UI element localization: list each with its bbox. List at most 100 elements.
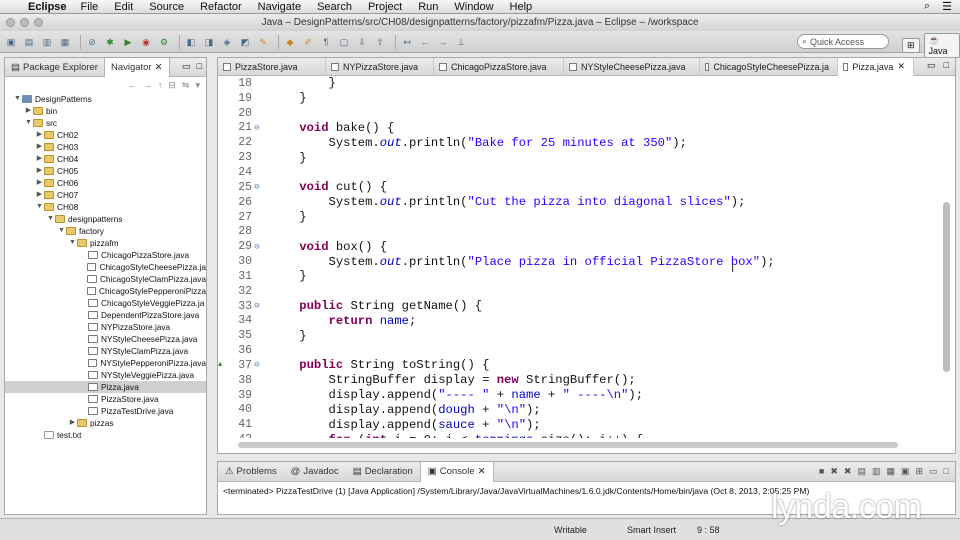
remove-launch-icon[interactable]: ✖: [830, 466, 838, 477]
link-with-editor-icon[interactable]: ⇋: [182, 80, 190, 91]
code-area[interactable]: 18 } 19 } 20 21 ⊖ void bake() {22 System.out…: [218, 76, 936, 438]
menu-window[interactable]: Window: [454, 1, 493, 13]
next-annotation-icon[interactable]: ⇩: [355, 36, 369, 48]
tab-package-explorer[interactable]: ▤ Package Explorer: [5, 58, 104, 77]
editor-tab[interactable]: ChicagoStyleCheesePizza.ja: [700, 57, 838, 76]
open-task-icon[interactable]: ◆: [283, 36, 297, 48]
horizontal-scrollbar[interactable]: [238, 442, 898, 449]
remove-all-icon[interactable]: ✖: [844, 466, 852, 477]
back-icon[interactable]: ←: [128, 80, 137, 90]
code-line[interactable]: 22 System.out.println("Bake for 25 minut…: [218, 135, 936, 150]
skip-breakpoints-icon[interactable]: ⊘: [85, 36, 99, 48]
menu-search[interactable]: Search: [317, 1, 352, 13]
tree-item[interactable]: ChicagoPizzaStore.java: [5, 249, 206, 261]
list-icon[interactable]: ☰: [942, 0, 952, 13]
new-java-project-icon[interactable]: ◧: [184, 36, 198, 48]
editor-tab[interactable]: PizzaStore.java: [218, 57, 326, 76]
minimize-icon[interactable]: ▭: [929, 466, 938, 477]
terminate-icon[interactable]: ■: [819, 466, 824, 477]
menu-source[interactable]: Source: [149, 1, 184, 13]
tab-console[interactable]: ▣ Console ✕: [419, 461, 494, 482]
scrollbar-thumb[interactable]: [238, 442, 898, 448]
fold-toggle-icon[interactable]: ⊖: [252, 301, 262, 311]
tree-item[interactable]: NYPizzaStore.java: [5, 321, 206, 333]
minimize-icon[interactable]: ▭: [182, 61, 191, 72]
code-line[interactable]: 24: [218, 165, 936, 180]
tree-item[interactable]: NYStyleClamPizza.java: [5, 345, 206, 357]
menu-help[interactable]: Help: [510, 1, 533, 13]
view-menu-icon[interactable]: ▾: [195, 80, 200, 91]
tree-toggle-icon[interactable]: ▶: [35, 177, 44, 189]
fold-toggle-icon[interactable]: ⊖: [252, 182, 262, 192]
tree-item[interactable]: ▶ CH05: [5, 165, 206, 177]
block-selection-icon[interactable]: ▢: [337, 36, 351, 48]
tree-item[interactable]: ▼ src: [5, 117, 206, 129]
tree-item[interactable]: NYStyleCheesePizza.java: [5, 333, 206, 345]
forward-icon[interactable]: →: [436, 36, 450, 48]
code-line[interactable]: 38 StringBuffer display = new StringBuff…: [218, 373, 936, 388]
tree-item[interactable]: ChicagoStyleCheesePizza.ja: [5, 261, 206, 273]
fold-toggle-icon[interactable]: ⊖: [252, 242, 262, 252]
menu-project[interactable]: Project: [368, 1, 402, 13]
code-line[interactable]: 35 }: [218, 328, 936, 343]
tree-item[interactable]: DependentPizzaStore.java: [5, 309, 206, 321]
tree-toggle-icon[interactable]: ▼: [13, 93, 22, 105]
scroll-lock-icon[interactable]: ▥: [872, 466, 881, 477]
tree-item[interactable]: Pizza.java: [5, 381, 206, 393]
spotlight-search-icon[interactable]: ⌕: [924, 0, 930, 13]
pin-editor-icon[interactable]: ⊥: [454, 36, 468, 48]
tree-toggle-icon[interactable]: ▼: [68, 237, 77, 249]
close-icon[interactable]: ✕: [897, 61, 905, 72]
code-line[interactable]: 30 System.out.println("Place pizza in of…: [218, 254, 936, 269]
code-line[interactable]: 26 System.out.println("Cut the pizza int…: [218, 195, 936, 210]
tree-item[interactable]: ▼ designpatterns: [5, 213, 206, 225]
tree-item[interactable]: ▼ DesignPatterns: [5, 93, 206, 105]
minimize-window-button[interactable]: [20, 18, 29, 27]
code-line[interactable]: 31 }: [218, 269, 936, 284]
tree-item[interactable]: ▶ CH04: [5, 153, 206, 165]
editor-tab[interactable]: Pizza.java ✕: [838, 57, 914, 76]
tree-item[interactable]: ▼ CH08: [5, 201, 206, 213]
tree-item[interactable]: test.txt: [5, 429, 206, 441]
up-icon[interactable]: ↑: [158, 80, 163, 90]
menu-edit[interactable]: Edit: [114, 1, 133, 13]
tree-item[interactable]: PizzaStore.java: [5, 393, 206, 405]
quick-access-field[interactable]: ⌕ Quick Access: [797, 34, 889, 49]
tree-toggle-icon[interactable]: ▶: [35, 189, 44, 201]
print-icon[interactable]: ▦: [58, 36, 72, 48]
last-edit-icon[interactable]: ↤: [400, 36, 414, 48]
back-icon[interactable]: ←: [418, 36, 432, 48]
new-icon[interactable]: ▣: [4, 36, 18, 48]
tree-toggle-icon[interactable]: ▼: [57, 225, 66, 237]
maximize-icon[interactable]: □: [944, 60, 949, 71]
tree-item[interactable]: ▼ pizzafm: [5, 237, 206, 249]
open-type-icon[interactable]: ◩: [238, 36, 252, 48]
fold-toggle-icon[interactable]: ⊖: [252, 123, 262, 133]
code-line[interactable]: 19 }: [218, 91, 936, 106]
tree-toggle-icon[interactable]: ▶: [24, 105, 33, 117]
menu-run[interactable]: Run: [418, 1, 438, 13]
coverage-icon[interactable]: ◉: [139, 36, 153, 48]
tab-navigator[interactable]: Navigator ✕: [103, 57, 170, 77]
tree-item[interactable]: ▶ CH02: [5, 129, 206, 141]
new-package-icon[interactable]: ◨: [202, 36, 216, 48]
code-line[interactable]: 23 }: [218, 150, 936, 165]
maximize-icon[interactable]: □: [944, 466, 949, 477]
tree-toggle-icon[interactable]: ▶: [35, 129, 44, 141]
tree-toggle-icon[interactable]: ▶: [35, 153, 44, 165]
menu-navigate[interactable]: Navigate: [258, 1, 301, 13]
code-line[interactable]: 21 ⊖ void bake() {: [218, 121, 936, 136]
code-line[interactable]: 39 display.append("---- " + name + " ---…: [218, 388, 936, 403]
maximize-icon[interactable]: □: [197, 61, 202, 72]
code-line[interactable]: 28: [218, 224, 936, 239]
tree-item[interactable]: ChicagoStyleClamPizza.java: [5, 273, 206, 285]
fold-toggle-icon[interactable]: ⊖: [252, 360, 262, 370]
tab-declaration[interactable]: ▤ Declaration: [346, 462, 420, 482]
new-class-icon[interactable]: ◈: [220, 36, 234, 48]
menu-app-name[interactable]: Eclipse: [28, 1, 67, 13]
tree-toggle-icon[interactable]: ▼: [35, 201, 44, 213]
tree-toggle-icon[interactable]: ▶: [35, 141, 44, 153]
tree-item[interactable]: ▼ factory: [5, 225, 206, 237]
tree-toggle-icon[interactable]: ▼: [46, 213, 55, 225]
pin-console-icon[interactable]: ▦: [886, 466, 895, 477]
